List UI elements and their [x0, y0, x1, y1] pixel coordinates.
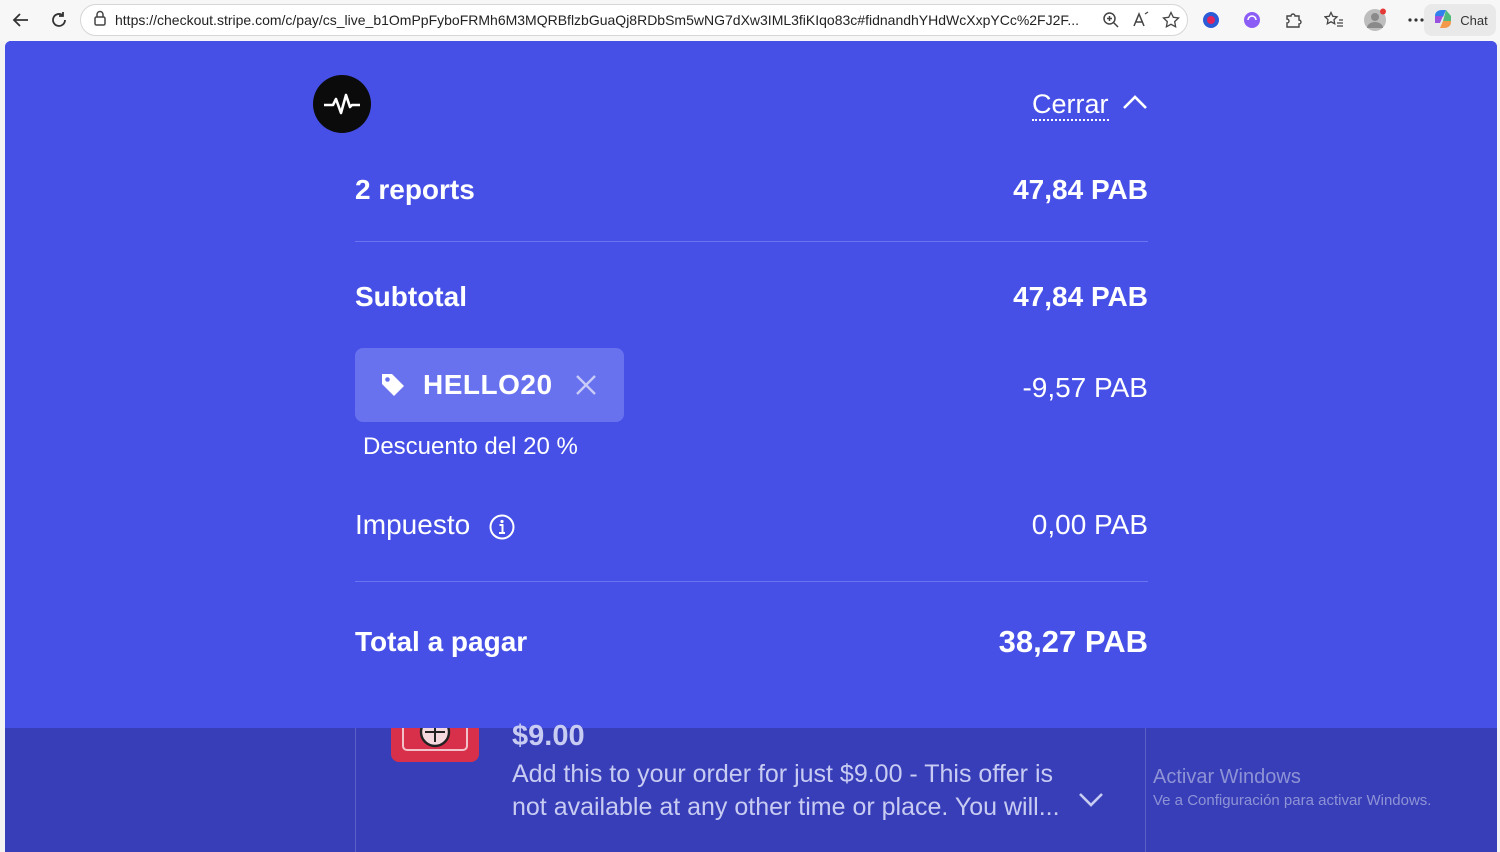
favorites-list-icon[interactable]	[1319, 5, 1349, 35]
copilot-chat-button[interactable]: Chat	[1424, 4, 1496, 36]
chat-label: Chat	[1460, 12, 1488, 28]
subtotal-label: Subtotal	[355, 281, 467, 312]
info-icon[interactable]	[488, 513, 516, 541]
applied-coupon: HELLO20	[355, 348, 624, 422]
upsell-card[interactable]: $9.00 Add this to your order for just $9…	[355, 720, 1146, 852]
total-label: Total a pagar	[355, 626, 528, 657]
chevron-up-icon[interactable]	[1122, 93, 1148, 111]
upsell-description: Add this to your order for just $9.00 - …	[512, 760, 1060, 821]
tax-label-group: Impuesto	[355, 509, 516, 541]
profile-avatar-icon[interactable]	[1360, 5, 1390, 35]
tax-value: 0,00 PAB	[1031, 509, 1148, 540]
favorite-star-icon[interactable]	[1161, 10, 1181, 30]
discount-note: Descuento del 20 %	[363, 433, 578, 460]
merchant-logo	[313, 75, 371, 133]
extension-purple-icon[interactable]	[1237, 5, 1267, 35]
extensions-puzzle-icon[interactable]	[1278, 5, 1308, 35]
back-icon[interactable]	[6, 5, 36, 35]
browser-toolbar: https://checkout.stripe.com/c/pay/cs_liv…	[0, 0, 1500, 41]
discount-row: -9,57 PAB	[625, 366, 1148, 410]
copilot-icon	[1432, 8, 1454, 33]
extension-shield-icon[interactable]	[1196, 5, 1226, 35]
discount-value: -9,57 PAB	[1022, 372, 1148, 403]
coupon-code: HELLO20	[423, 369, 553, 400]
windows-activation-title: Activar Windows	[1153, 766, 1301, 788]
tax-row: Impuesto 0,00 PAB	[355, 503, 1148, 547]
divider	[355, 581, 1148, 582]
url-text[interactable]: https://checkout.stripe.com/c/pay/cs_liv…	[115, 12, 1100, 28]
zoom-icon[interactable]	[1101, 10, 1121, 30]
order-summary-panel: Cerrar 2 reports 47,84 PAB Subtotal 47,8…	[5, 41, 1497, 728]
upsell-price: $9.00	[512, 720, 585, 752]
total-value: 38,27 PAB	[998, 624, 1148, 659]
close-summary-link[interactable]: Cerrar	[1032, 89, 1109, 121]
upsell-area: $9.00 Add this to your order for just $9…	[5, 720, 1497, 852]
tag-icon	[382, 374, 404, 396]
divider	[355, 241, 1148, 242]
line-item-row: 2 reports 47,84 PAB	[355, 168, 1148, 212]
checkout-page: Cerrar 2 reports 47,84 PAB Subtotal 47,8…	[5, 41, 1497, 852]
upsell-product-image	[391, 728, 479, 762]
chevron-down-icon[interactable]	[1078, 791, 1104, 809]
tax-label: Impuesto	[355, 509, 471, 540]
line-item-value: 47,84 PAB	[1013, 174, 1148, 205]
subtotal-row: Subtotal 47,84 PAB	[355, 275, 1148, 319]
total-row: Total a pagar 38,27 PAB	[355, 619, 1148, 665]
subtotal-value: 47,84 PAB	[1013, 281, 1148, 312]
reload-icon[interactable]	[44, 5, 74, 35]
pulse-icon	[324, 93, 360, 115]
remove-coupon-icon[interactable]	[572, 371, 600, 399]
address-bar[interactable]: https://checkout.stripe.com/c/pay/cs_liv…	[80, 4, 1188, 36]
line-item-label: 2 reports	[355, 174, 475, 205]
lock-icon	[93, 10, 107, 31]
windows-activation-subtitle: Ve a Configuración para activar Windows.	[1153, 792, 1432, 809]
read-aloud-icon[interactable]	[1131, 10, 1151, 30]
